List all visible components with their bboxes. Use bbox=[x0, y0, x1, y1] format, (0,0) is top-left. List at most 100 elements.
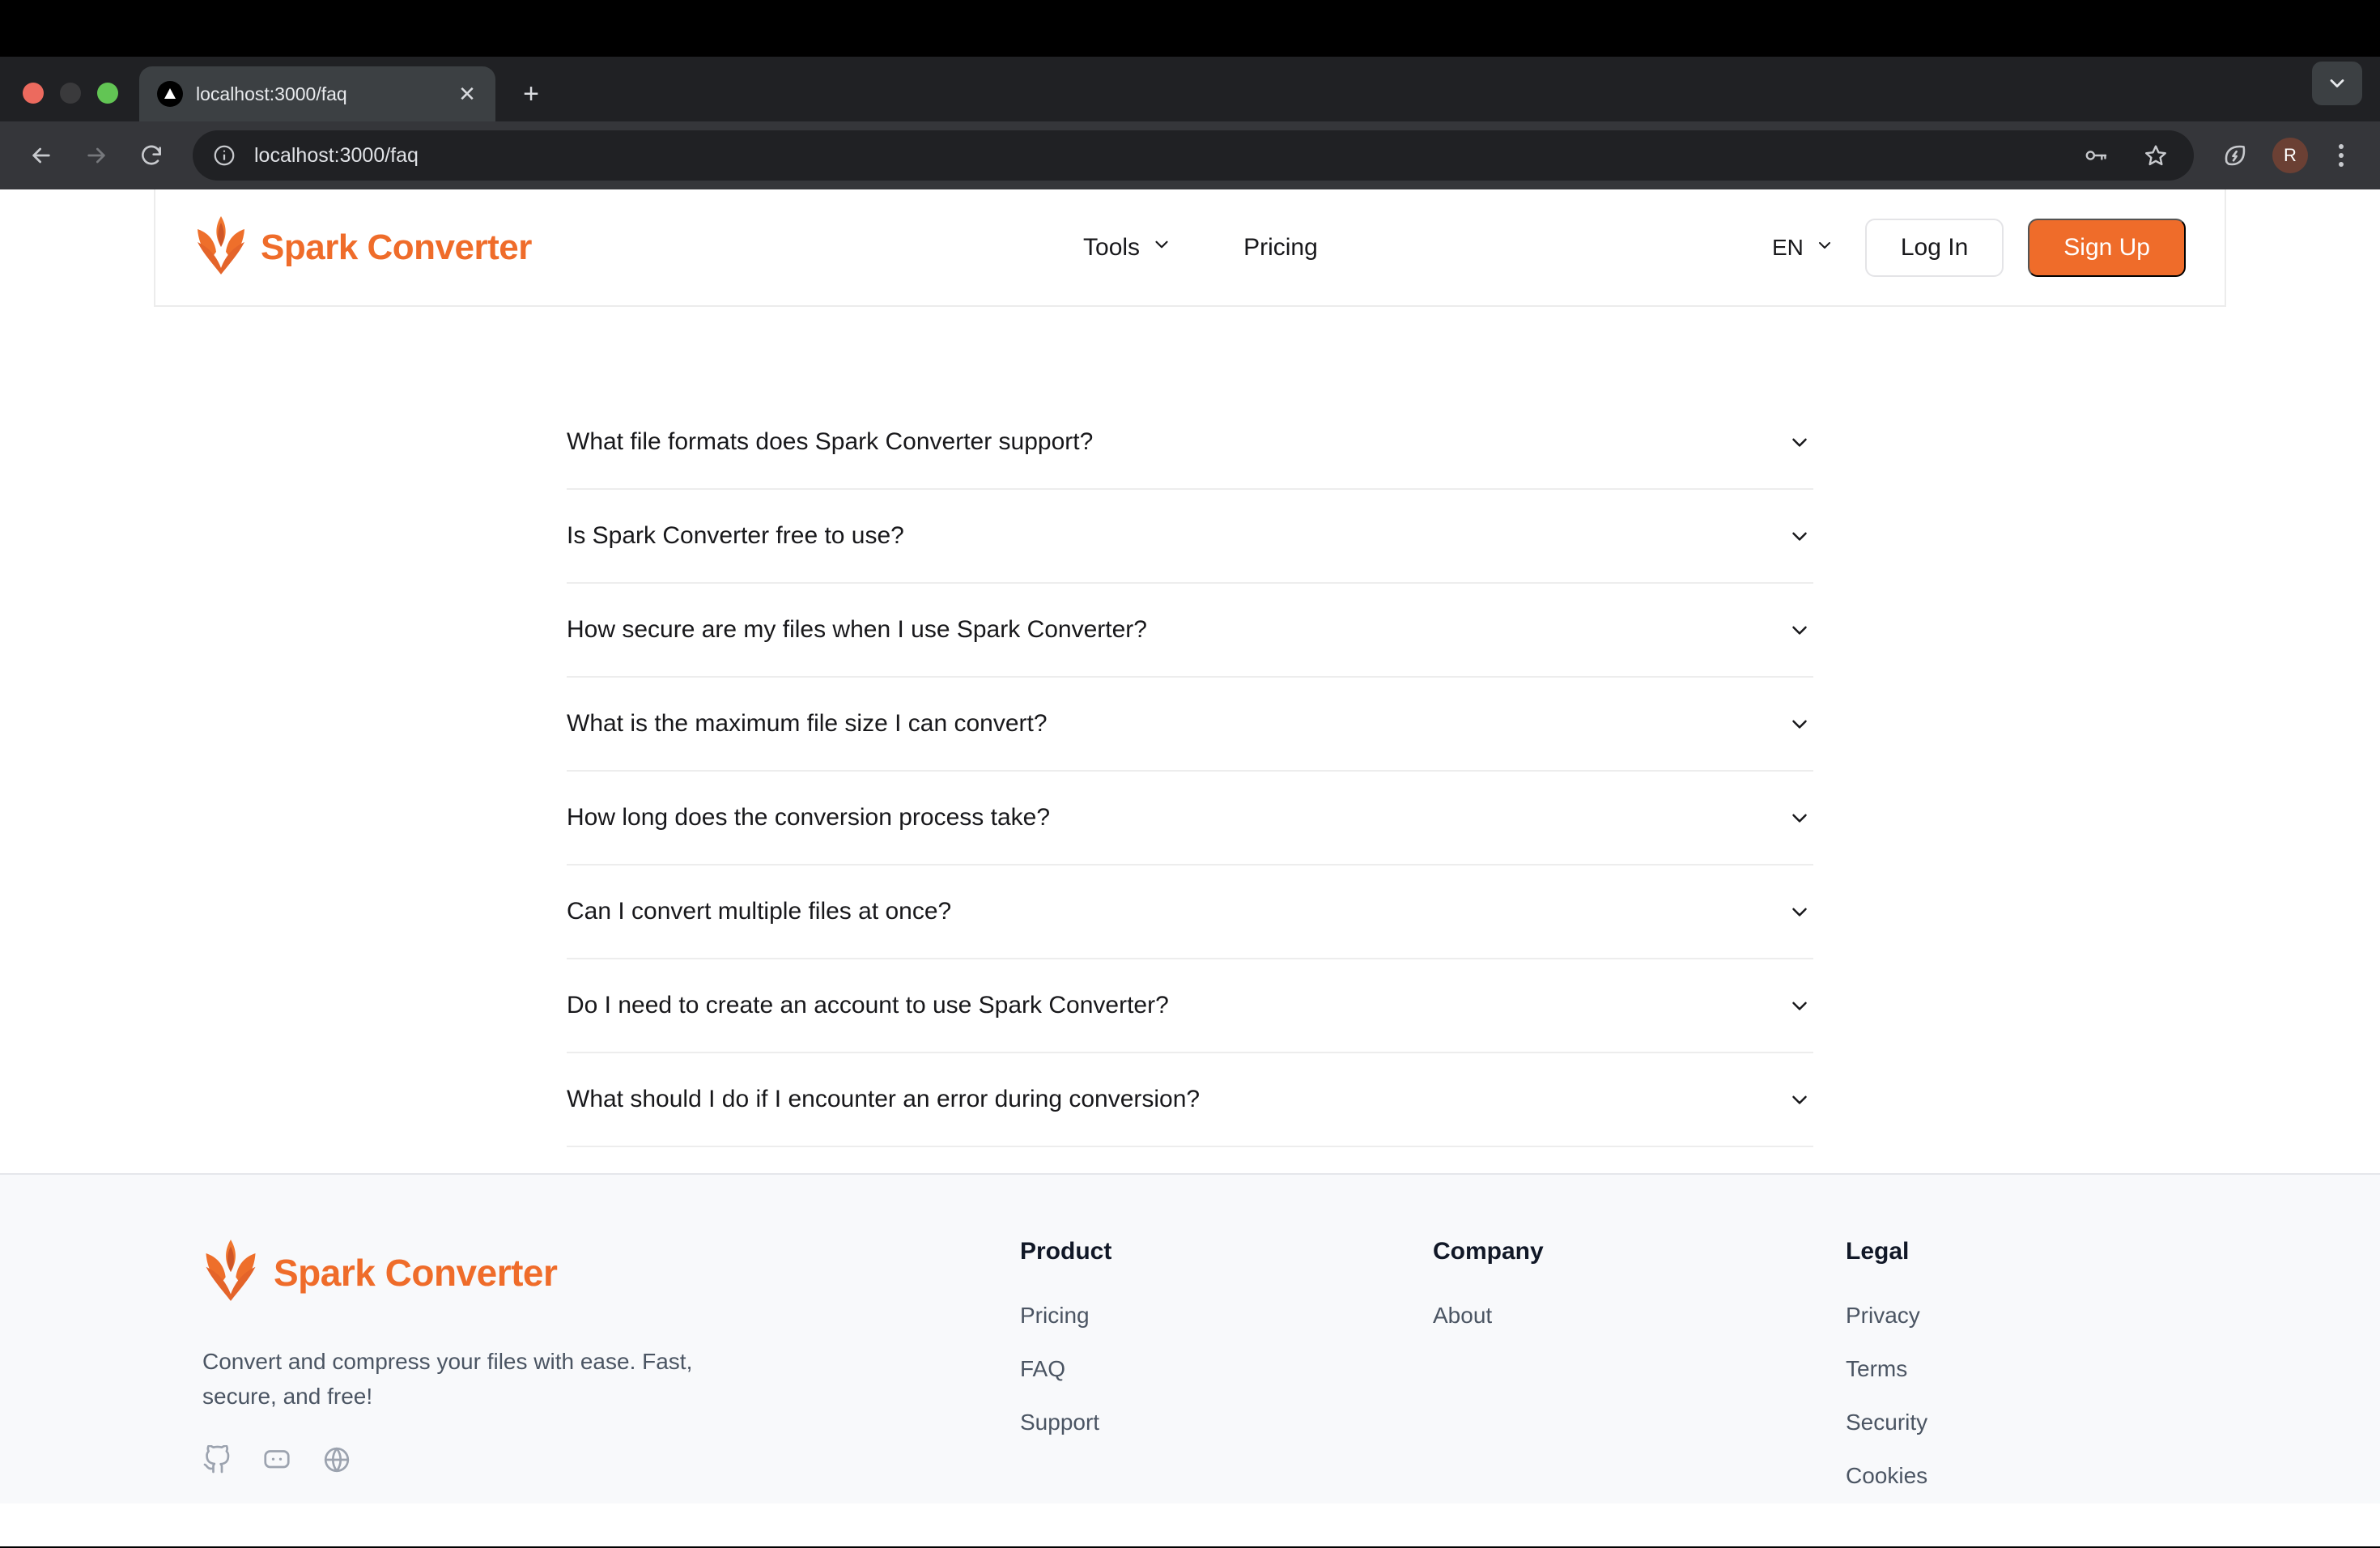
maximize-window-button[interactable] bbox=[97, 83, 118, 104]
spark-triangle-icon bbox=[157, 81, 183, 107]
chevron-down-icon[interactable] bbox=[1786, 992, 1813, 1019]
address-bar[interactable]: localhost:3000/faq bbox=[193, 130, 2194, 181]
chevron-down-icon[interactable] bbox=[1786, 710, 1813, 738]
faq-item: What is the maximum file size I can conv… bbox=[567, 678, 1813, 772]
footer-brand-link[interactable]: Spark Converter bbox=[202, 1238, 1020, 1307]
nav-item-pricing[interactable]: Pricing bbox=[1243, 234, 1318, 262]
kebab-menu-icon[interactable] bbox=[2320, 130, 2362, 181]
brand-logo-link[interactable]: Spark Converter bbox=[194, 215, 532, 280]
spark-flame-logo-icon bbox=[194, 215, 248, 280]
footer-link[interactable]: FAQ bbox=[1020, 1356, 1433, 1382]
chevron-down-icon[interactable] bbox=[1786, 1086, 1813, 1113]
faq-item: What file formats does Spark Converter s… bbox=[567, 396, 1813, 490]
site-header: Spark Converter Tools Pricing EN Log In … bbox=[154, 189, 2226, 307]
spark-flame-logo-icon bbox=[202, 1238, 259, 1307]
footer-link[interactable]: Support bbox=[1020, 1410, 1433, 1435]
faq-question-row[interactable]: Do I need to create an account to use Sp… bbox=[567, 959, 1813, 1052]
browser-tab-title: localhost:3000/faq bbox=[196, 83, 347, 104]
faq-item: How secure are my files when I use Spark… bbox=[567, 584, 1813, 678]
energy-saver-leaf-icon[interactable] bbox=[2210, 130, 2260, 181]
language-selector-value: EN bbox=[1771, 234, 1804, 260]
github-icon[interactable] bbox=[202, 1444, 232, 1478]
browser-tab[interactable]: localhost:3000/faq ✕ bbox=[139, 66, 495, 121]
window-controls[interactable] bbox=[23, 83, 139, 121]
faq-item: How long does the conversion process tak… bbox=[567, 772, 1813, 865]
faq-question-row[interactable]: How long does the conversion process tak… bbox=[567, 772, 1813, 864]
footer-column-product: Product Pricing FAQ Support bbox=[1020, 1238, 1433, 1516]
primary-nav: Tools Pricing bbox=[629, 234, 1772, 262]
footer-brand-name: Spark Converter bbox=[274, 1251, 558, 1294]
chevron-down-icon[interactable] bbox=[1786, 522, 1813, 550]
globe-icon[interactable] bbox=[322, 1445, 351, 1478]
faq-item: Is Spark Converter free to use? bbox=[567, 490, 1813, 584]
signup-button[interactable]: Sign Up bbox=[2028, 218, 2186, 277]
footer-link[interactable]: Terms bbox=[1846, 1356, 2170, 1382]
back-arrow-icon[interactable] bbox=[16, 130, 66, 181]
minimize-window-button[interactable] bbox=[60, 83, 81, 104]
footer-link[interactable]: Security bbox=[1846, 1410, 2170, 1435]
faq-question-row[interactable]: What should I do if I encounter an error… bbox=[567, 1053, 1813, 1146]
faq-question-text: What is the maximum file size I can conv… bbox=[567, 710, 1048, 737]
chat-bubble-icon[interactable] bbox=[262, 1445, 291, 1478]
footer-link-list: Pricing FAQ Support bbox=[1020, 1303, 1433, 1435]
browser-tab-strip: localhost:3000/faq ✕ + bbox=[0, 57, 2380, 121]
faq-question-row[interactable]: Is Spark Converter free to use? bbox=[567, 490, 1813, 582]
faq-item: What should I do if I encounter an error… bbox=[567, 1053, 1813, 1147]
bookmark-star-icon[interactable] bbox=[2131, 130, 2181, 181]
faq-question-row[interactable]: Can I convert multiple files at once? bbox=[567, 865, 1813, 958]
faq-question-text: Can I convert multiple files at once? bbox=[567, 898, 952, 925]
os-title-bar bbox=[0, 0, 2380, 57]
faq-question-row[interactable]: How secure are my files when I use Spark… bbox=[567, 584, 1813, 676]
footer-link[interactable]: About bbox=[1433, 1303, 1846, 1329]
faq-question-text: Is Spark Converter free to use? bbox=[567, 522, 904, 549]
brand-name: Spark Converter bbox=[261, 227, 532, 267]
faq-section: What file formats does Spark Converter s… bbox=[0, 307, 2380, 1173]
footer-column-heading: Legal bbox=[1846, 1238, 1910, 1265]
chevron-down-icon bbox=[1815, 235, 1834, 261]
social-links bbox=[202, 1444, 1020, 1478]
footer-link-list: Privacy Terms Security Cookies bbox=[1846, 1303, 2170, 1489]
password-key-icon[interactable] bbox=[2071, 130, 2121, 181]
faq-item: Can I convert multiple files at once? bbox=[567, 865, 1813, 959]
browser-toolbar: localhost:3000/faq R bbox=[0, 121, 2380, 189]
footer-link[interactable]: Cookies bbox=[1846, 1463, 2170, 1489]
site-header-wrapper: Spark Converter Tools Pricing EN Log In … bbox=[0, 189, 2380, 307]
footer-inner: Spark Converter Convert and compress you… bbox=[0, 1238, 2380, 1516]
profile-avatar[interactable]: R bbox=[2265, 130, 2315, 181]
chevron-down-icon[interactable] bbox=[1786, 428, 1813, 456]
header-actions: EN Log In Sign Up bbox=[1772, 218, 2186, 277]
page-viewport: Spark Converter Tools Pricing EN Log In … bbox=[0, 189, 2380, 1546]
footer-column-heading: Company bbox=[1433, 1238, 1544, 1265]
chevron-down-icon[interactable] bbox=[1786, 804, 1813, 831]
chevron-down-icon[interactable] bbox=[1786, 616, 1813, 644]
faq-question-row[interactable]: What file formats does Spark Converter s… bbox=[567, 396, 1813, 488]
faq-question-text: What file formats does Spark Converter s… bbox=[567, 428, 1094, 455]
footer-link-list: About bbox=[1433, 1303, 1846, 1329]
avatar: R bbox=[2272, 138, 2308, 173]
language-selector[interactable]: EN bbox=[1772, 235, 1841, 261]
close-icon[interactable]: ✕ bbox=[453, 80, 481, 108]
faq-question-row[interactable]: What is the maximum file size I can conv… bbox=[567, 678, 1813, 770]
footer-tagline: Convert and compress your files with eas… bbox=[202, 1349, 693, 1410]
info-circle-icon[interactable] bbox=[209, 140, 240, 171]
chevron-down-icon[interactable] bbox=[1786, 898, 1813, 925]
login-button[interactable]: Log In bbox=[1864, 218, 2004, 277]
faq-question-text: How long does the conversion process tak… bbox=[567, 804, 1051, 831]
close-window-button[interactable] bbox=[23, 83, 44, 104]
faq-accordion-list: What file formats does Spark Converter s… bbox=[567, 396, 1813, 1147]
chevron-down-icon bbox=[1151, 234, 1172, 262]
footer-column-heading: Product bbox=[1020, 1238, 1112, 1265]
chevron-down-icon[interactable] bbox=[2312, 62, 2362, 105]
nav-item-tools-label: Tools bbox=[1083, 233, 1141, 261]
nav-item-tools[interactable]: Tools bbox=[1083, 234, 1172, 262]
footer-column-company: Company About bbox=[1433, 1238, 1846, 1516]
new-tab-button[interactable]: + bbox=[510, 73, 552, 115]
footer-link[interactable]: Pricing bbox=[1020, 1303, 1433, 1329]
footer-column-legal: Legal Privacy Terms Security Cookies bbox=[1846, 1238, 2170, 1516]
forward-arrow-icon[interactable] bbox=[71, 130, 121, 181]
faq-item: Do I need to create an account to use Sp… bbox=[567, 959, 1813, 1053]
reload-icon[interactable] bbox=[126, 130, 176, 181]
footer-link[interactable]: Privacy bbox=[1846, 1303, 2170, 1329]
faq-question-text: What should I do if I encounter an error… bbox=[567, 1086, 1201, 1112]
faq-question-text: Do I need to create an account to use Sp… bbox=[567, 992, 1169, 1019]
